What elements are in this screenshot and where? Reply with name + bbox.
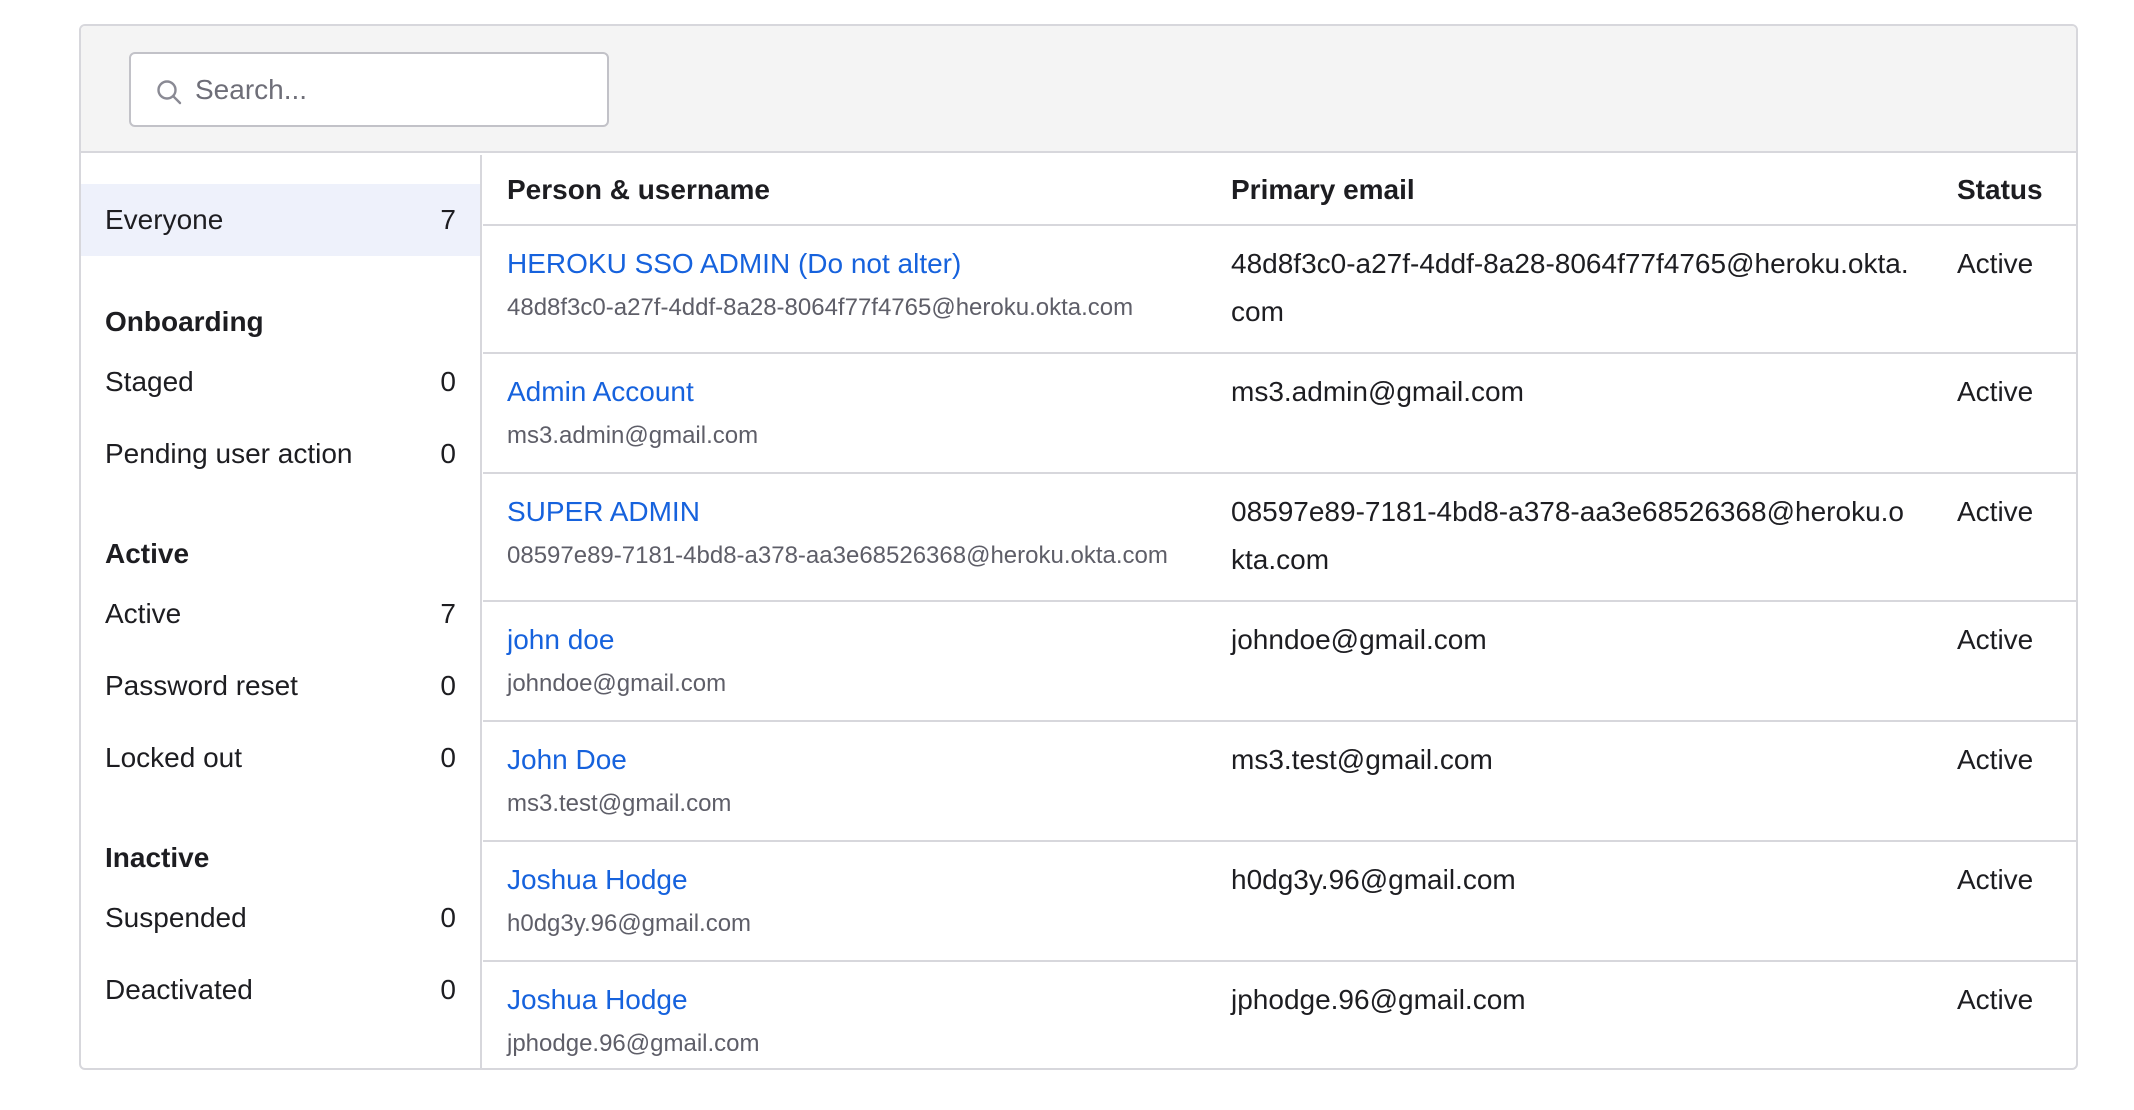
sidebar-item-count: 7 (440, 598, 456, 629)
sidebar-item-password-reset[interactable]: Password reset 0 (81, 650, 480, 722)
person-name-link[interactable]: SUPER ADMIN (507, 488, 1183, 536)
primary-email: jphodge.96@gmail.com (1207, 961, 1933, 1068)
sidebar-item-staged[interactable]: Staged 0 (81, 346, 480, 418)
toolbar (81, 26, 2076, 153)
person-name-link[interactable]: Admin Account (507, 368, 1183, 416)
sidebar-item-count: 0 (440, 366, 456, 397)
sidebar-item-deactivated[interactable]: Deactivated 0 (81, 954, 480, 1026)
sidebar-item-everyone[interactable]: Everyone 7 (81, 184, 480, 256)
status-cell: Active (1933, 721, 2076, 842)
search-input[interactable] (195, 66, 595, 114)
column-header-person[interactable]: Person & username (483, 155, 1207, 226)
table-header-row: Person & username Primary email Status (483, 155, 2076, 226)
person-username: 08597e89-7181-4bd8-a378-aa3e68526368@her… (507, 542, 1168, 569)
sidebar-item-label: Locked out (105, 742, 242, 773)
person-username: h0dg3y.96@gmail.com (507, 910, 752, 937)
sidebar-item-label: Suspended (105, 902, 247, 933)
status-cell: Active (1933, 961, 2076, 1068)
table-row: Joshua Hodge jphodge.96@gmail.com jphodg… (483, 961, 2076, 1068)
status-cell: Active (1933, 601, 2076, 722)
sidebar-item-label: Active (105, 598, 182, 629)
person-username: 48d8f3c0-a27f-4ddf-8a28-8064f77f4765@her… (507, 294, 1134, 321)
table-row: John Doe ms3.test@gmail.com ms3.test@gma… (483, 721, 2076, 842)
sidebar-item-label: Pending user action (105, 438, 353, 469)
sidebar-item-count: 0 (440, 670, 456, 701)
sidebar-item-count: 7 (440, 204, 456, 235)
primary-email: 08597e89-7181-4bd8-a378-aa3e68526368@her… (1207, 473, 1933, 602)
primary-email: johndoe@gmail.com (1207, 601, 1933, 722)
column-header-status[interactable]: Status (1933, 155, 2076, 226)
sidebar-item-count: 0 (440, 742, 456, 773)
person-name-link[interactable]: John Doe (507, 736, 1183, 784)
column-header-email[interactable]: Primary email (1207, 155, 1933, 226)
person-name-link[interactable]: john doe (507, 616, 1183, 664)
status-sidebar: Everyone 7 Onboarding Staged 0 Pending u… (81, 155, 482, 1068)
sidebar-item-label: Everyone (105, 204, 224, 235)
table-row: Joshua Hodge h0dg3y.96@gmail.com h0dg3y.… (483, 841, 2076, 962)
people-table-area: Person & username Primary email Status H… (483, 155, 2076, 1068)
people-panel: Everyone 7 Onboarding Staged 0 Pending u… (79, 24, 2078, 1070)
sidebar-heading-onboarding: Onboarding (105, 306, 264, 337)
primary-email: 48d8f3c0-a27f-4ddf-8a28-8064f77f4765@her… (1207, 225, 1933, 354)
person-username: johndoe@gmail.com (507, 670, 727, 697)
person-cell: Admin Account ms3.admin@gmail.com (483, 353, 1207, 474)
person-name-link[interactable]: HEROKU SSO ADMIN (Do not alter) (507, 240, 1183, 288)
person-cell: Joshua Hodge jphodge.96@gmail.com (483, 961, 1207, 1068)
sidebar-item-active[interactable]: Active 7 (81, 578, 480, 650)
search-icon (157, 80, 182, 105)
person-cell: john doe johndoe@gmail.com (483, 601, 1207, 722)
person-username: jphodge.96@gmail.com (507, 1030, 760, 1057)
table-row: SUPER ADMIN 08597e89-7181-4bd8-a378-aa3e… (483, 473, 2076, 602)
sidebar-item-pending-user-action[interactable]: Pending user action 0 (81, 418, 480, 490)
status-cell: Active (1933, 473, 2076, 602)
people-table: Person & username Primary email Status H… (483, 155, 2076, 1068)
table-row: john doe johndoe@gmail.com johndoe@gmail… (483, 601, 2076, 722)
sidebar-item-locked-out[interactable]: Locked out 0 (81, 722, 480, 794)
table-row: HEROKU SSO ADMIN (Do not alter) 48d8f3c0… (483, 225, 2076, 354)
sidebar-heading-inactive: Inactive (105, 842, 210, 873)
sidebar-heading-active: Active (105, 538, 190, 569)
person-username: ms3.admin@gmail.com (507, 422, 759, 449)
sidebar-item-count: 0 (440, 902, 456, 933)
person-name-link[interactable]: Joshua Hodge (507, 976, 1183, 1024)
status-cell: Active (1933, 841, 2076, 962)
primary-email: ms3.test@gmail.com (1207, 721, 1933, 842)
sidebar-item-label: Password reset (105, 670, 298, 701)
person-name-link[interactable]: Joshua Hodge (507, 856, 1183, 904)
person-cell: Joshua Hodge h0dg3y.96@gmail.com (483, 841, 1207, 962)
sidebar-item-count: 0 (440, 438, 456, 469)
table-row: Admin Account ms3.admin@gmail.com ms3.ad… (483, 353, 2076, 474)
status-cell: Active (1933, 353, 2076, 474)
sidebar-item-suspended[interactable]: Suspended 0 (81, 882, 480, 954)
person-cell: SUPER ADMIN 08597e89-7181-4bd8-a378-aa3e… (483, 473, 1207, 602)
sidebar-item-label: Deactivated (105, 974, 253, 1005)
person-username: ms3.test@gmail.com (507, 790, 732, 817)
person-cell: HEROKU SSO ADMIN (Do not alter) 48d8f3c0… (483, 225, 1207, 354)
primary-email: h0dg3y.96@gmail.com (1207, 841, 1933, 962)
status-cell: Active (1933, 225, 2076, 354)
sidebar-item-label: Staged (105, 366, 194, 397)
search-box[interactable] (129, 52, 609, 127)
person-cell: John Doe ms3.test@gmail.com (483, 721, 1207, 842)
primary-email: ms3.admin@gmail.com (1207, 353, 1933, 474)
sidebar-item-count: 0 (440, 974, 456, 1005)
